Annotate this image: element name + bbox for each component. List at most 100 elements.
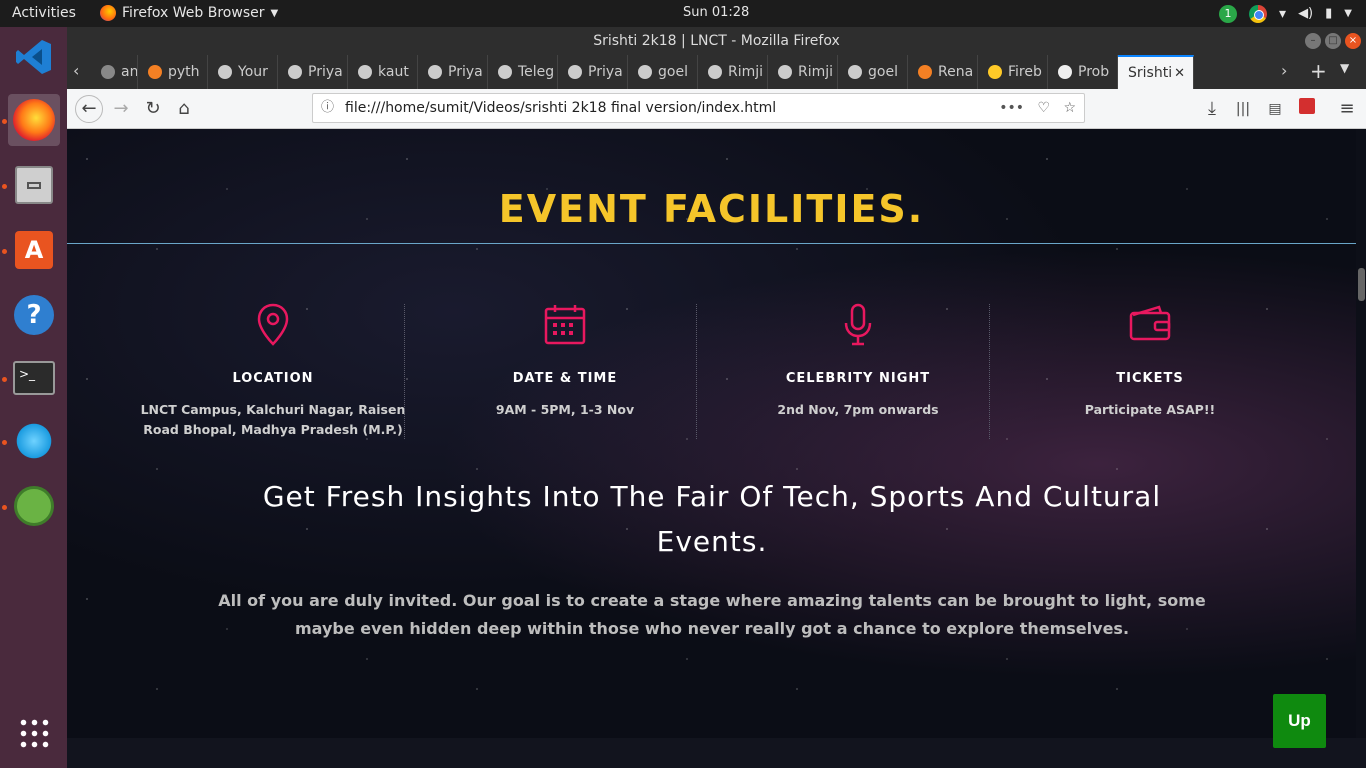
- page-scrollbar[interactable]: [1356, 129, 1366, 738]
- tab-11[interactable]: Rimji: [768, 55, 838, 89]
- tab-label: Prob: [1078, 64, 1110, 80]
- hamburger-menu-icon[interactable]: ≡: [1335, 97, 1359, 121]
- github-icon: [638, 65, 652, 79]
- firefox-launcher-icon[interactable]: [8, 94, 60, 146]
- volume-icon[interactable]: ◀): [1298, 6, 1313, 21]
- facility-date-time: DATE & TIME 9AM - 5PM, 1-3 Nov: [419, 279, 711, 420]
- tab-12[interactable]: goel: [838, 55, 908, 89]
- tab-label: kaut: [378, 64, 409, 80]
- firebase-icon: [988, 65, 1002, 79]
- activities-button[interactable]: Activities: [12, 5, 76, 21]
- close-icon[interactable]: ×: [1345, 33, 1361, 49]
- tab-label: Srishti: [1128, 65, 1173, 81]
- tab-1[interactable]: anje: [91, 55, 138, 89]
- tab-label: goel: [658, 64, 688, 80]
- tab-15[interactable]: Prob: [1048, 55, 1118, 89]
- firefox-icon: [13, 99, 55, 141]
- url-text: file:///home/sumit/Videos/srishti 2k18 f…: [345, 100, 777, 116]
- window-titlebar: Srishti 2k18 | LNCT - Mozilla Firefox – …: [67, 27, 1366, 55]
- reload-icon[interactable]: ↻: [141, 97, 165, 121]
- splash-app-icon[interactable]: [8, 415, 60, 467]
- tab-6[interactable]: Priya: [418, 55, 488, 89]
- web-page-content: EVENT FACILITIES. LOCATION LNCT Campus, …: [67, 129, 1356, 738]
- battery-icon[interactable]: ▮: [1325, 6, 1332, 21]
- pocket-icon[interactable]: ♡: [1037, 94, 1050, 122]
- library-icon[interactable]: |||: [1231, 97, 1255, 121]
- app-menu[interactable]: Firefox Web Browser ▼: [100, 5, 278, 21]
- launcher-dock: A ? >_: [0, 27, 67, 768]
- clock[interactable]: Sun 01:28: [683, 5, 749, 20]
- tab-label: Rena: [938, 64, 974, 80]
- tab-7[interactable]: Teleg: [488, 55, 558, 89]
- wifi-icon[interactable]: ▾: [1279, 6, 1286, 22]
- tab-3[interactable]: Your: [208, 55, 278, 89]
- scrollbar-thumb[interactable]: [1358, 268, 1365, 301]
- map-pin-icon: [127, 303, 419, 349]
- tab-9[interactable]: goel: [628, 55, 698, 89]
- tab-label: Rimji: [798, 64, 834, 80]
- vscode-logo-icon: [16, 40, 51, 74]
- page-actions-icon[interactable]: •••: [999, 94, 1024, 122]
- minimize-icon[interactable]: –: [1305, 33, 1321, 49]
- url-bar[interactable]: ⓘ file:///home/sumit/Videos/srishti 2k18…: [312, 93, 1085, 123]
- chevron-down-icon[interactable]: ▼: [1344, 8, 1352, 19]
- chrome-icon[interactable]: [1249, 4, 1268, 23]
- microphone-icon: [712, 303, 1004, 349]
- terminal-icon[interactable]: >_: [8, 352, 60, 404]
- tab-scroll-right-icon[interactable]: ›: [1281, 61, 1287, 80]
- maximize-icon[interactable]: □: [1325, 33, 1341, 49]
- scroll-up-button[interactable]: Up: [1273, 694, 1326, 748]
- facility-divider: [989, 304, 990, 439]
- home-icon[interactable]: ⌂: [172, 97, 196, 121]
- navigation-toolbar: ← → ↻ ⌂ ⓘ file:///home/sumit/Videos/sris…: [67, 89, 1366, 129]
- tab-2[interactable]: pyth: [138, 55, 208, 89]
- show-apps-icon[interactable]: [8, 707, 60, 759]
- download-icon[interactable]: ⤓: [1200, 97, 1224, 121]
- tab-label: goel: [868, 64, 898, 80]
- intro-paragraph: All of you are duly invited. Our goal is…: [218, 591, 1206, 638]
- wallet-icon: [1004, 303, 1296, 349]
- github-icon: [778, 65, 792, 79]
- facility-detail: 2nd Nov, 7pm onwards: [777, 402, 939, 417]
- software-center-icon[interactable]: A: [8, 224, 60, 276]
- vscode-icon[interactable]: [8, 31, 60, 83]
- back-icon[interactable]: ←: [75, 95, 103, 123]
- terminal-prompt-icon: >_: [13, 361, 55, 395]
- tab-scroll-left-icon[interactable]: ‹: [73, 61, 79, 80]
- facility-celebrity-night: CELEBRITY NIGHT 2nd Nov, 7pm onwards: [712, 279, 1004, 420]
- files-icon[interactable]: [8, 159, 60, 211]
- calendar-icon: [419, 303, 711, 349]
- github-icon: [848, 65, 862, 79]
- tab-list-icon[interactable]: ▼: [1340, 61, 1349, 75]
- headline: Get Fresh Insights Into The Fair Of Tech…: [262, 480, 1162, 558]
- tab-label: anje: [121, 64, 138, 80]
- tab-4[interactable]: Priya: [278, 55, 348, 89]
- file-cabinet-icon: [15, 166, 53, 204]
- bookmark-star-icon[interactable]: ☆: [1063, 94, 1076, 122]
- forward-icon[interactable]: →: [109, 97, 133, 121]
- android-studio-icon[interactable]: [8, 480, 60, 532]
- new-tab-icon[interactable]: +: [1310, 59, 1327, 83]
- extension-icon[interactable]: [1295, 97, 1319, 121]
- close-tab-icon[interactable]: ✕: [1174, 66, 1185, 81]
- update-badge-icon[interactable]: 1: [1219, 4, 1238, 23]
- tab-10[interactable]: Rimji: [698, 55, 768, 89]
- help-icon[interactable]: ?: [8, 289, 60, 341]
- tab-label: pyth: [168, 64, 200, 80]
- tab-13[interactable]: Rena: [908, 55, 978, 89]
- chevron-down-icon: ▼: [270, 7, 279, 19]
- github-icon: [568, 65, 582, 79]
- github-icon: [708, 65, 722, 79]
- sidebar-icon[interactable]: ▤: [1263, 97, 1287, 121]
- facility-divider: [404, 304, 405, 439]
- facility-heading: LOCATION: [232, 371, 314, 386]
- tab-14[interactable]: Fireb: [978, 55, 1048, 89]
- facility-tickets: TICKETS Participate ASAP!!: [1004, 279, 1296, 420]
- tab-8[interactable]: Priya: [558, 55, 628, 89]
- info-icon[interactable]: ⓘ: [321, 94, 334, 122]
- tab-5[interactable]: kaut: [348, 55, 418, 89]
- facility-detail: 9AM - 5PM, 1-3 Nov: [495, 402, 635, 417]
- tab-16[interactable]: Srishti ✕: [1118, 55, 1194, 89]
- facility-detail: Participate ASAP!!: [1084, 402, 1216, 417]
- stackoverflow-icon: [148, 65, 162, 79]
